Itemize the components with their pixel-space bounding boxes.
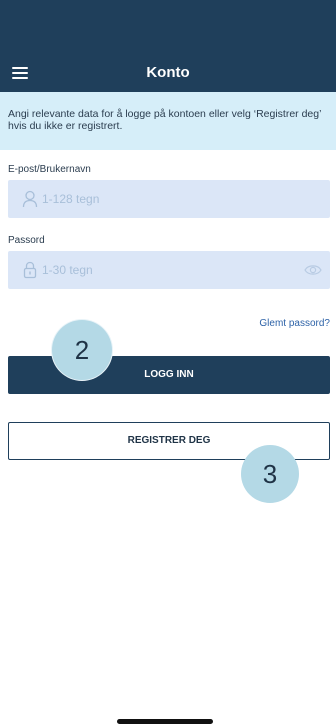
- forgot-password-link[interactable]: Glemt passord?: [259, 318, 330, 329]
- step-marker-3: 3: [241, 445, 299, 503]
- home-indicator: [117, 719, 213, 724]
- password-label: Passord: [8, 235, 45, 246]
- password-field[interactable]: [8, 251, 330, 289]
- username-input[interactable]: [42, 180, 292, 218]
- username-label: E-post/Brukernavn: [8, 164, 91, 175]
- username-field[interactable]: [8, 180, 330, 218]
- user-icon: [22, 190, 38, 208]
- app-header: Konto: [0, 0, 336, 92]
- info-banner: Angi relevante data for å logge på konto…: [0, 92, 336, 150]
- page-title: Konto: [146, 64, 190, 81]
- lock-icon: [23, 261, 37, 279]
- password-input[interactable]: [42, 251, 292, 289]
- step-marker-2: 2: [52, 320, 112, 380]
- eye-icon[interactable]: [304, 263, 322, 277]
